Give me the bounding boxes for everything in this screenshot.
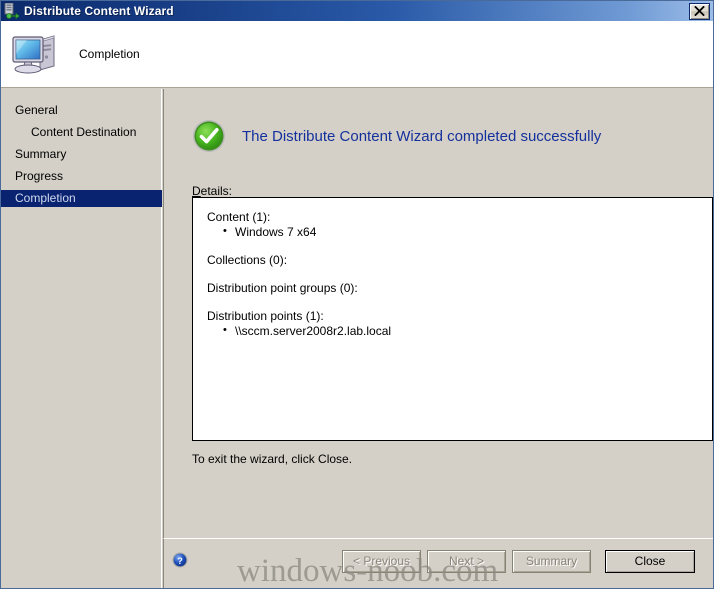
wizard-content-panel: The Distribute Content Wizard completed … — [163, 89, 713, 538]
detail-title: Distribution point groups (0): — [207, 281, 358, 295]
previous-button[interactable]: < Previous — [342, 550, 421, 573]
next-button[interactable]: Next > — [427, 550, 506, 573]
distribute-content-icon — [4, 2, 20, 20]
detail-group-content: Content (1): Windows 7 x64 — [207, 210, 698, 240]
close-icon[interactable] — [689, 2, 710, 20]
detail-bullet-list: Windows 7 x64 — [207, 224, 698, 240]
sidebar-item-completion[interactable]: Completion — [1, 190, 162, 207]
help-icon[interactable]: ? — [172, 552, 188, 568]
title-bar: Distribute Content Wizard — [1, 1, 713, 21]
wizard-step-list: General Content Destination Summary Prog… — [1, 89, 162, 588]
wizard-button-bar: ? < Previous Next > Summary Close — [163, 538, 713, 588]
details-accel-char: D — [192, 184, 201, 198]
computer-icon — [9, 28, 61, 80]
success-check-icon — [192, 119, 226, 153]
details-box[interactable]: Content (1): Windows 7 x64 Collections (… — [192, 197, 713, 441]
sidebar-item-summary[interactable]: Summary — [1, 146, 161, 163]
window-title: Distribute Content Wizard — [24, 4, 174, 18]
close-button[interactable]: Close — [605, 550, 695, 573]
detail-bullet-list: \\sccm.server2008r2.lab.local — [207, 323, 698, 339]
detail-group-distribution-point-groups: Distribution point groups (0): — [207, 281, 698, 296]
exit-instruction: To exit the wizard, click Close. — [192, 452, 353, 466]
header-title: Completion — [79, 47, 140, 61]
detail-title: Collections (0): — [207, 253, 288, 267]
sidebar-item-progress[interactable]: Progress — [1, 168, 161, 185]
list-item: Windows 7 x64 — [207, 224, 698, 240]
completion-heading: The Distribute Content Wizard completed … — [242, 127, 602, 145]
details-label: Details: — [192, 184, 232, 198]
detail-title: Content (1): — [207, 210, 271, 224]
details-label-rest: etails: — [200, 184, 233, 198]
svg-text:?: ? — [177, 556, 183, 566]
detail-group-distribution-points: Distribution points (1): \\sccm.server20… — [207, 309, 698, 339]
completion-status-row: The Distribute Content Wizard completed … — [192, 119, 601, 153]
detail-title: Distribution points (1): — [207, 309, 324, 323]
summary-button[interactable]: Summary — [512, 550, 591, 573]
sidebar-item-content-destination[interactable]: Content Destination — [1, 124, 161, 141]
wizard-header: Completion — [1, 21, 713, 88]
list-item: \\sccm.server2008r2.lab.local — [207, 323, 698, 339]
sidebar-item-general[interactable]: General — [1, 102, 161, 119]
wizard-window: Distribute Content Wizard Completion Gen… — [0, 0, 714, 589]
detail-group-collections: Collections (0): — [207, 253, 698, 268]
